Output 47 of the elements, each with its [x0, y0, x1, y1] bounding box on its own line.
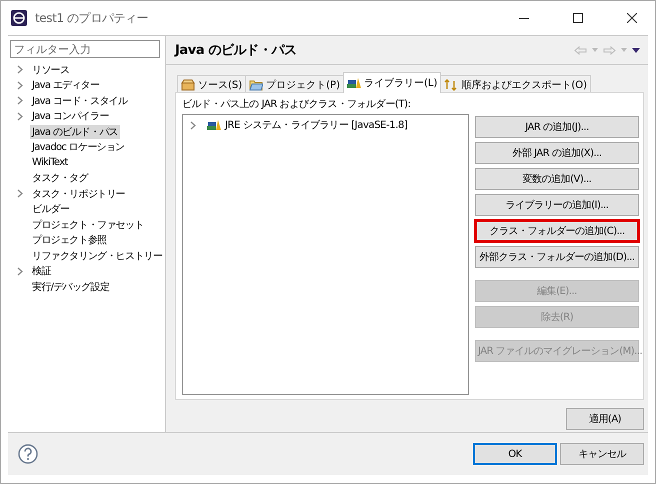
tab[interactable]: 順序およびエクスポート(O)	[440, 75, 592, 93]
dialog-button[interactable]: キャンセル	[560, 443, 644, 465]
nav-item[interactable]: プロジェクト参照	[30, 233, 108, 248]
chevron-icon[interactable]	[17, 266, 23, 276]
dialog-button[interactable]: OK	[473, 443, 557, 465]
nav-item[interactable]: Java のビルド・パス	[30, 124, 120, 139]
nav-item[interactable]: リソース	[30, 62, 72, 77]
list-item[interactable]: JRE システム・ライブラリー [JavaSE-1.8]	[225, 118, 408, 132]
action-button[interactable]: ライブラリーの追加(I)...	[475, 194, 639, 216]
nav-item[interactable]: Java エディター	[30, 78, 102, 92]
apply-button[interactable]: 適用(A)	[566, 408, 644, 430]
action-button[interactable]: クラス・フォルダーの追加(C)...	[475, 220, 639, 242]
list-label: ビルド・パス上の JAR およびクラス・フォルダー(T):	[182, 98, 412, 111]
nav-item[interactable]: Javadoc ロケーション	[30, 140, 126, 154]
nav-item[interactable]: タスク・リポジトリー	[30, 186, 128, 201]
arrows-icon	[444, 78, 458, 90]
help-icon[interactable]	[18, 444, 38, 464]
maximize-icon[interactable]	[573, 13, 583, 23]
tab[interactable]: ライブラリー(L)	[343, 72, 442, 93]
folder-icon	[249, 78, 264, 90]
tab[interactable]: プロジェクト(P)	[245, 75, 344, 93]
chevron-icon[interactable]	[190, 120, 196, 130]
action-button[interactable]: 変数の追加(V)...	[475, 168, 639, 190]
nav-item[interactable]: ビルダー	[30, 202, 72, 216]
nav-item[interactable]: Java コンパイラー	[30, 109, 111, 124]
nav-item[interactable]: プロジェクト・ファセット	[30, 218, 146, 232]
chevron-icon[interactable]	[17, 189, 23, 198]
tab[interactable]: ソース(S)	[177, 75, 246, 93]
close-icon[interactable]	[627, 13, 637, 23]
package-icon	[181, 78, 195, 90]
books-icon	[207, 119, 221, 131]
action-button[interactable]: 外部クラス・フォルダーの追加(D)...	[475, 246, 639, 268]
nav-item[interactable]: WikiText	[30, 157, 70, 168]
nav-item[interactable]: リファクタリング・ヒストリー	[30, 248, 164, 263]
nav-item[interactable]: Java コード・スタイル	[30, 94, 130, 108]
nav-item[interactable]: 実行/デバッグ設定	[30, 280, 112, 294]
page-title: Java のビルド・パス	[175, 42, 297, 59]
menu-icon[interactable]	[632, 48, 640, 52]
nav-item[interactable]: 検証	[30, 264, 53, 278]
nav-item[interactable]: タスク・タグ	[30, 171, 90, 186]
window-title: test1 のプロパティー	[35, 10, 150, 26]
filter-field[interactable]: フィルター入力	[10, 40, 160, 58]
app-icon	[11, 10, 27, 26]
books-icon	[347, 77, 361, 89]
action-button[interactable]: JAR の追加(J)...	[475, 116, 639, 138]
action-button[interactable]: 外部 JAR の追加(X)...	[475, 142, 639, 164]
build-path-list[interactable]: JRE システム・ライブラリー [JavaSE-1.8]	[182, 114, 469, 395]
